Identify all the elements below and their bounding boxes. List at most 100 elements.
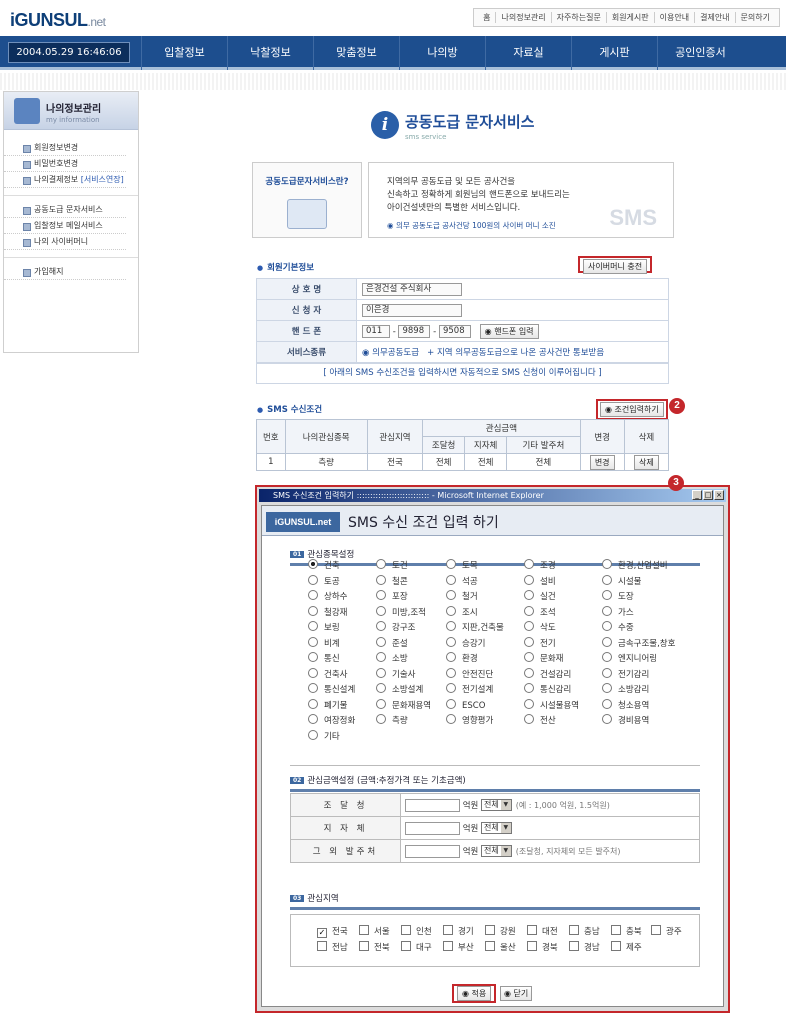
category-radio[interactable]: 환경 — [446, 652, 478, 664]
category-radio[interactable]: 설비 — [524, 575, 556, 587]
site-logo[interactable]: iGUNSUL.net — [10, 10, 106, 31]
region-checkbox[interactable]: 경남 — [569, 941, 600, 953]
sidebar-item[interactable]: 비밀번호변경 — [4, 156, 126, 172]
category-radio[interactable]: 승강기 — [446, 637, 485, 649]
region-checkbox[interactable]: 울산 — [485, 941, 516, 953]
sidebar-item[interactable]: 가입해지 — [4, 264, 126, 280]
category-radio[interactable]: 안전진단 — [446, 668, 493, 680]
close-button[interactable]: ◉ 닫기 — [500, 986, 533, 1001]
apply-button[interactable]: ◉ 적용 — [457, 986, 492, 1001]
top-link[interactable]: 자주하는질문 — [550, 12, 606, 23]
category-radio[interactable]: 강구조 — [376, 621, 415, 633]
region-checkbox[interactable]: 전북 — [359, 941, 390, 953]
top-link[interactable]: 나의정보관리 — [495, 12, 550, 23]
top-link[interactable]: 회원게시판 — [605, 12, 654, 23]
top-link[interactable]: 문의하기 — [734, 12, 775, 23]
category-radio[interactable]: 소방설계 — [376, 683, 423, 695]
category-radio[interactable]: 가스 — [602, 606, 634, 618]
category-radio[interactable]: 전기 — [524, 637, 556, 649]
sidebar-item-extension[interactable]: [서비스연장] — [81, 175, 124, 184]
category-radio[interactable]: 경비용역 — [602, 714, 649, 726]
category-radio[interactable]: 수중 — [602, 621, 634, 633]
menu-item[interactable]: 공인인증서 — [657, 36, 743, 70]
delete-button[interactable]: 삭제 — [634, 454, 659, 470]
service-type-radio[interactable]: 의무공동도급 — [372, 348, 419, 358]
region-checkbox[interactable]: 대전 — [527, 925, 558, 937]
phone-last-field[interactable]: 9508 — [438, 324, 471, 338]
menu-item[interactable]: 나의방 — [399, 36, 485, 70]
category-radio[interactable]: 철강재 — [308, 606, 347, 618]
category-radio[interactable]: 통신설계 — [308, 683, 355, 695]
amount-input[interactable] — [405, 798, 460, 812]
menu-item[interactable]: 게시판 — [571, 36, 657, 70]
minimize-icon[interactable]: _ — [692, 490, 702, 500]
category-radio[interactable]: 금속구조물,창호 — [602, 637, 675, 649]
category-radio[interactable]: 철콘 — [376, 575, 408, 587]
close-icon[interactable]: × — [714, 490, 724, 500]
category-radio[interactable]: 미방,조적 — [376, 606, 426, 618]
amount-input[interactable] — [405, 821, 460, 835]
category-radio[interactable]: ESCO — [446, 699, 485, 711]
phone-middle-field[interactable]: 9898 — [398, 324, 431, 338]
sidebar-item[interactable]: 나의 사이버머니 — [4, 234, 126, 250]
region-checkbox[interactable]: 충남 — [569, 925, 600, 937]
region-checkbox[interactable]: 서울 — [359, 925, 390, 937]
category-radio[interactable]: 시설물용역 — [524, 699, 579, 711]
category-radio[interactable]: 환경,산업설비 — [602, 559, 668, 571]
amount-select[interactable]: 전체 — [481, 822, 512, 834]
category-radio[interactable]: 전산 — [524, 714, 556, 726]
category-radio[interactable]: 시설물 — [602, 575, 641, 587]
category-radio[interactable]: 조시 — [446, 606, 478, 618]
amount-input[interactable] — [405, 844, 460, 858]
category-radio[interactable]: 전기설계 — [446, 683, 493, 695]
top-link[interactable]: 홈 — [478, 12, 495, 23]
sidebar-item[interactable]: 공동도급 문자서비스 — [4, 202, 126, 218]
category-radio[interactable]: 준설 — [376, 637, 408, 649]
category-radio[interactable]: 문화재용역 — [376, 699, 431, 711]
region-checkbox[interactable]: 강원 — [485, 925, 516, 937]
category-radio[interactable]: 지판,건축물 — [446, 621, 504, 633]
condition-input-button[interactable]: ◉ 조건입력하기 — [600, 402, 664, 417]
category-radio[interactable]: 석공 — [446, 575, 478, 587]
region-checkbox[interactable]: 경기 — [443, 925, 474, 937]
category-radio[interactable]: 도장 — [602, 590, 634, 602]
category-radio[interactable]: 문화재 — [524, 652, 563, 664]
region-checkbox[interactable]: 인천 — [401, 925, 432, 937]
category-radio[interactable]: 조경 — [524, 559, 556, 571]
menu-item[interactable]: 낙찰정보 — [227, 36, 313, 70]
category-radio[interactable]: 영향평가 — [446, 714, 493, 726]
region-checkbox[interactable]: 대구 — [401, 941, 432, 953]
category-radio[interactable]: 기타 — [308, 730, 340, 742]
maximize-icon[interactable]: □ — [703, 490, 713, 500]
menu-item[interactable]: 입찰정보 — [141, 36, 227, 70]
category-radio[interactable]: 비계 — [308, 637, 340, 649]
category-radio[interactable]: 소방감리 — [602, 683, 649, 695]
category-radio[interactable]: 건축사 — [308, 668, 347, 680]
category-radio[interactable]: 청소용역 — [602, 699, 649, 711]
region-checkbox[interactable]: 전국 — [317, 925, 348, 938]
top-link[interactable]: 결제안내 — [694, 12, 734, 23]
category-radio[interactable]: 삭도 — [524, 621, 556, 633]
amount-select[interactable]: 전체 — [481, 799, 512, 811]
cyber-money-charge-button[interactable]: 사이버머니 충전 — [583, 259, 648, 274]
edit-button[interactable]: 변경 — [589, 454, 615, 470]
phone-prefix-field[interactable]: 011 — [362, 324, 390, 338]
category-radio[interactable]: 건설감리 — [524, 668, 571, 680]
category-radio[interactable]: 토목 — [446, 559, 478, 571]
sidebar-item[interactable]: 입찰정보 메일서비스 — [4, 218, 126, 234]
region-checkbox[interactable]: 광주 — [651, 925, 682, 937]
category-radio[interactable]: 포장 — [376, 590, 408, 602]
category-radio[interactable]: 토건 — [376, 559, 408, 571]
category-radio[interactable]: 엔지니어링 — [602, 652, 657, 664]
category-radio[interactable]: 건축 — [308, 559, 340, 571]
region-checkbox[interactable]: 제주 — [611, 941, 642, 953]
region-checkbox[interactable]: 충북 — [611, 925, 642, 937]
region-checkbox[interactable]: 전남 — [317, 941, 348, 953]
menu-item[interactable]: 자료실 — [485, 36, 571, 70]
region-checkbox[interactable]: 경북 — [527, 941, 558, 953]
category-radio[interactable]: 보링 — [308, 621, 340, 633]
sidebar-item[interactable]: 회원정보변경 — [4, 140, 126, 156]
category-radio[interactable]: 토공 — [308, 575, 340, 587]
category-radio[interactable]: 실건 — [524, 590, 556, 602]
category-radio[interactable]: 상하수 — [308, 590, 347, 602]
